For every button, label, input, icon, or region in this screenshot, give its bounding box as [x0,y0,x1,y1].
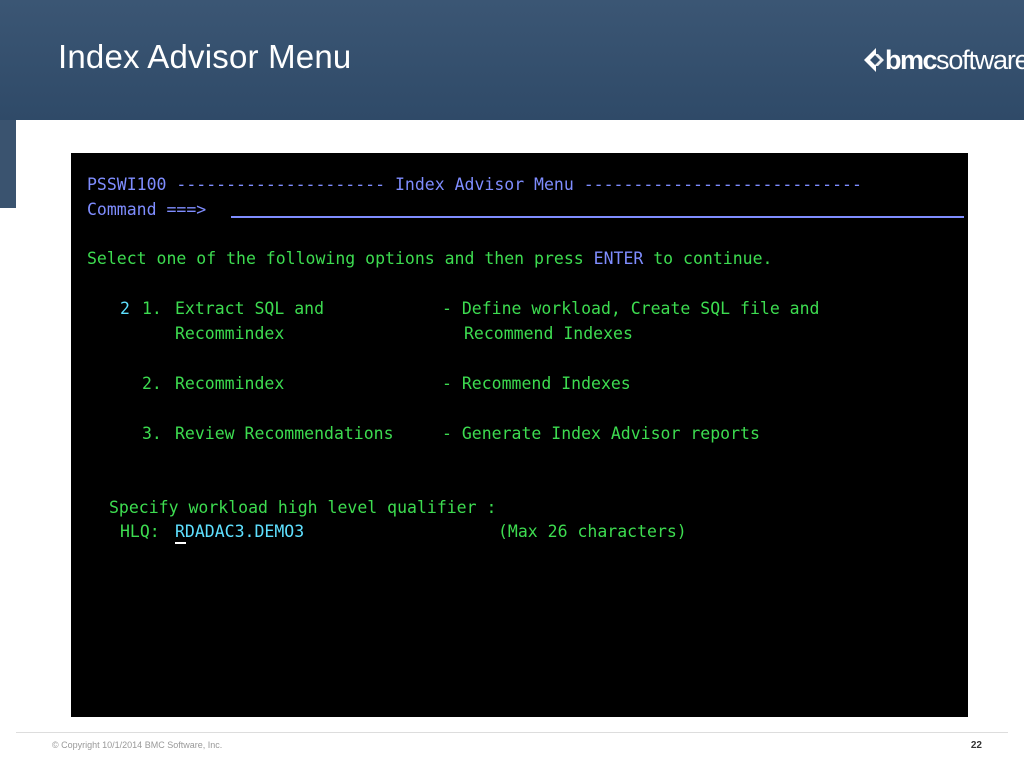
option-1-desc-line2: Recommend Indexes [464,324,633,343]
bmc-logo: bmc software [862,44,1024,76]
logo-software-text: software [936,44,1024,75]
bmc-logo-icon [864,48,884,72]
instruction-suffix: to continue. [653,249,773,268]
page-number: 22 [970,740,982,751]
header-dashes-left: --------------------- [176,175,386,194]
option-1-number: 1. [142,299,162,318]
hlq-hint: (Max 26 characters) [498,522,687,541]
hlq-label: HLQ: [120,522,160,541]
logo-bmc-text: bmc [885,44,938,75]
panel-title: Index Advisor Menu [394,175,574,194]
header-dashes-right: ---------------------------- [583,175,862,194]
text-cursor [175,542,186,544]
slide-title: Index Advisor Menu [58,38,352,75]
footer-divider [16,732,1008,733]
panel-id: PSSWI100 [87,175,167,194]
panel-header-line: PSSWI100 --------------------- Index Adv… [87,175,862,195]
option-3-number: 3. [142,424,162,443]
option-1-desc: - Define workload, Create SQL file and [442,299,820,318]
option-1-name-line2[interactable]: Recommindex [175,324,284,344]
option-3-name[interactable]: Review Recommendations [175,424,394,444]
option-1-name[interactable]: Extract SQL and [175,299,324,319]
footer-copyright: © Copyright 10/1/2014 BMC Software, Inc. [52,740,223,750]
instruction-line: Select one of the following options and … [87,249,772,269]
instruction-prefix: Select one of the following options and … [87,249,584,268]
command-label: Command ===> [87,200,207,219]
command-input[interactable] [231,216,964,218]
option-2-number: 2. [142,374,162,393]
hlq-prompt: Specify workload high level qualifier : [109,498,497,517]
selection-field[interactable]: 2 [120,299,130,319]
slide-header: Index Advisor Menu bmc software [0,0,1024,120]
option-2-name[interactable]: Recommindex [175,374,284,394]
enter-key-label: ENTER [593,249,644,268]
header-side-band [0,120,16,208]
hlq-input[interactable]: RDADAC3.DEMO3 [175,522,304,542]
terminal-screen: PSSWI100 --------------------- Index Adv… [71,153,968,717]
option-2-desc: - Recommend Indexes [442,374,631,393]
option-3-desc: - Generate Index Advisor reports [442,424,760,443]
